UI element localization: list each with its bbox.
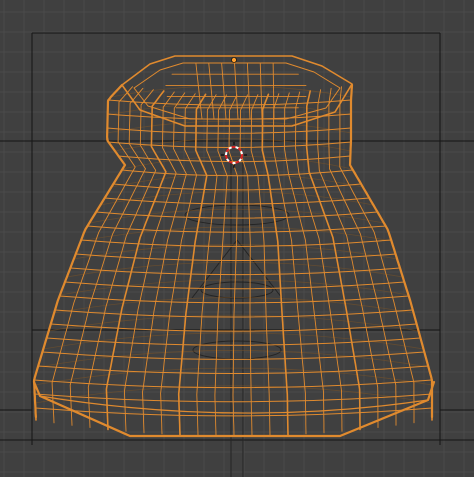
- 3d-viewport[interactable]: [0, 0, 474, 477]
- viewport-scene[interactable]: [0, 0, 474, 477]
- object-origin-dot: [231, 57, 237, 63]
